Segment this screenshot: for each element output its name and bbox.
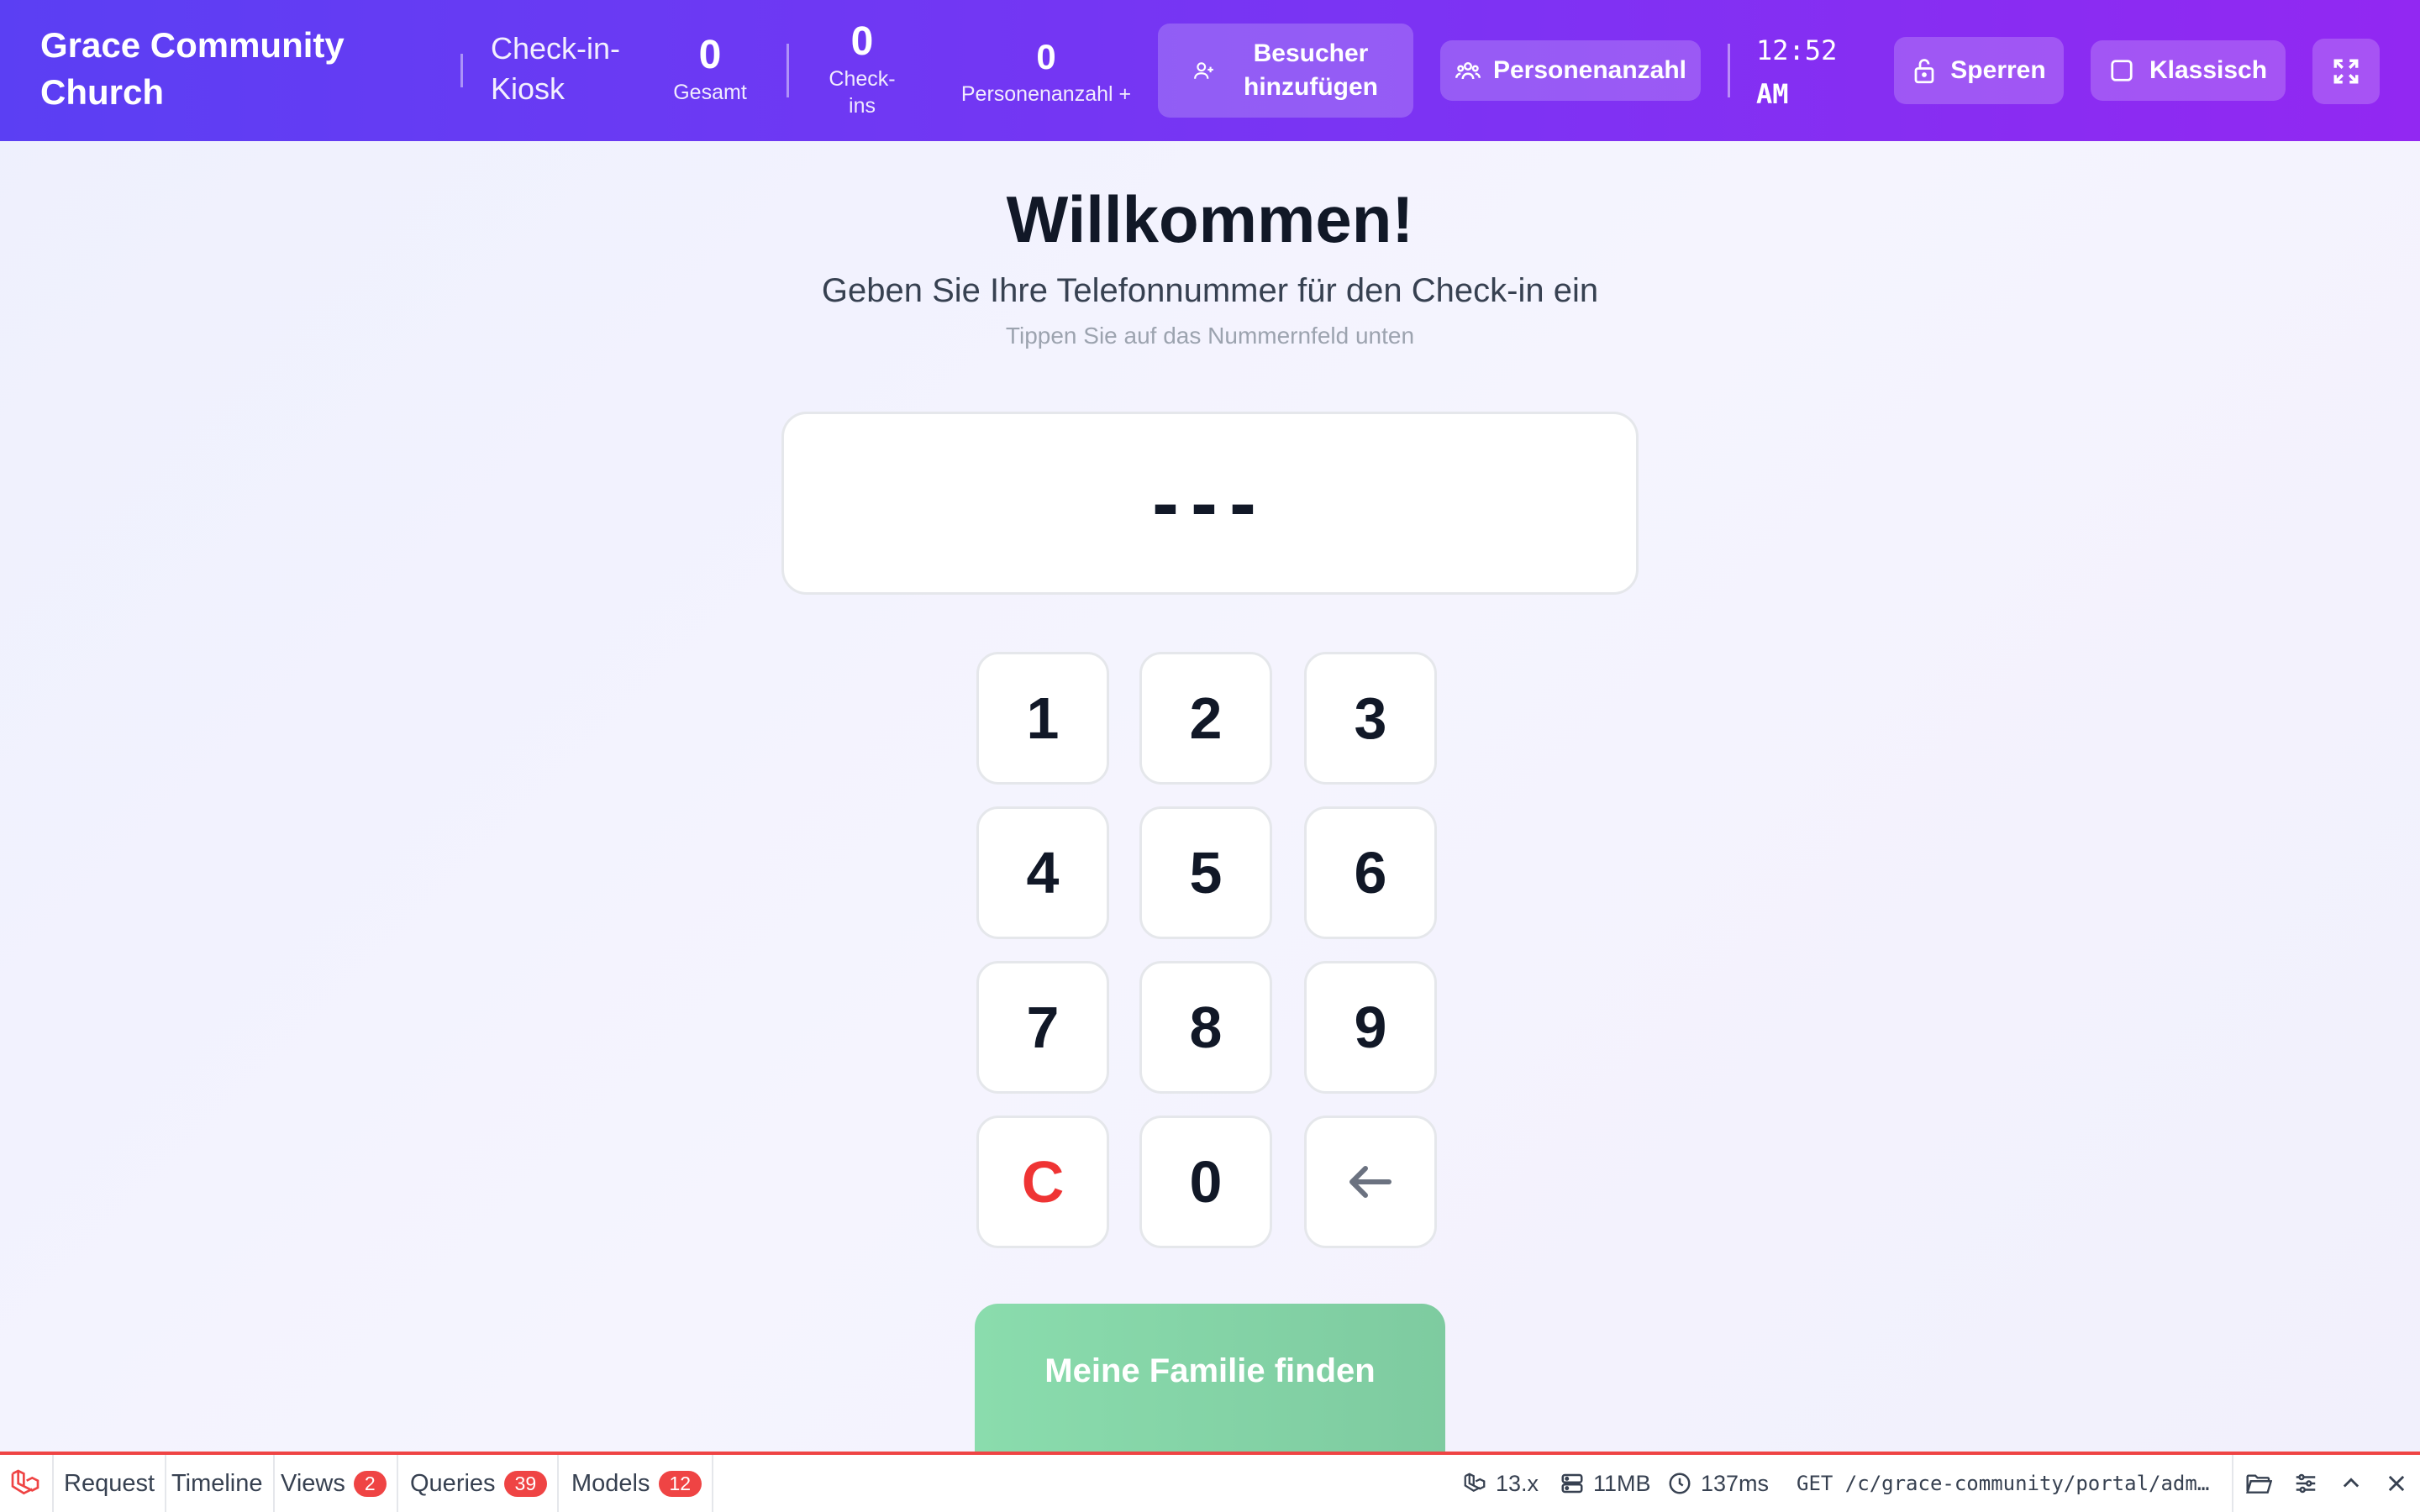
headcount-label: Personenanzahl <box>1492 56 1687 84</box>
debug-tab-label: Timeline <box>171 1469 263 1497</box>
keypad-key-3[interactable]: 3 <box>1304 652 1437 785</box>
keypad-key-9[interactable]: 9 <box>1304 961 1437 1094</box>
debug-tab-badge: 12 <box>658 1470 702 1497</box>
debug-tab-label: Queries <box>410 1469 496 1497</box>
lock-button[interactable]: Sperren <box>1894 37 2064 104</box>
add-visitor-button[interactable]: Besucher hinzufügen <box>1158 24 1413 118</box>
stat-headcount: 0 Personenanzahl + <box>950 34 1143 108</box>
keypad-hint: Tippen Sie auf das Nummernfeld unten <box>1005 323 1415 349</box>
debug-divider <box>2232 1455 2233 1512</box>
keypad-key-2[interactable]: 2 <box>1139 652 1272 785</box>
clock-time: 12:52 <box>1756 34 1838 66</box>
debug-tab-queries[interactable]: Queries 39 <box>400 1455 560 1512</box>
keypad-key-5[interactable]: 5 <box>1139 806 1272 939</box>
debug-duration: 137ms <box>1667 1455 1769 1512</box>
laravel-logo-icon[interactable] <box>8 1467 42 1500</box>
keypad-key-4[interactable]: 4 <box>976 806 1109 939</box>
keypad-key-7[interactable]: 7 <box>976 961 1109 1094</box>
add-visitor-label: Besucher hinzufügen <box>1244 39 1378 101</box>
stat-checkins: 0 Check-ins <box>812 18 913 119</box>
fullscreen-button[interactable] <box>2312 39 2380 104</box>
keypad-key-0[interactable]: 0 <box>1139 1116 1272 1248</box>
debug-duration-value: 137ms <box>1701 1470 1770 1496</box>
debug-bar: Request Timeline Views 2 Queries 39 Models… <box>0 1452 2420 1512</box>
debug-memory: 11MB <box>1560 1455 1651 1512</box>
kiosk-header: Grace Community Church Check-in-Kiosk 0 … <box>0 0 2420 141</box>
clock: 12:52 AM <box>1756 29 1865 116</box>
debug-tab-label: Views <box>281 1469 345 1497</box>
keypad-key-6[interactable]: 6 <box>1304 806 1437 939</box>
folder-open-icon[interactable] <box>2242 1467 2275 1500</box>
classic-mode-label: Klassisch <box>2149 56 2268 84</box>
users-icon <box>1455 62 1481 80</box>
debug-memory-value: 11MB <box>1593 1470 1651 1496</box>
lock-label: Sperren <box>1950 56 2046 84</box>
debug-tab-views[interactable]: Views 2 <box>271 1455 398 1512</box>
lock-icon <box>1914 59 1934 84</box>
debug-version-value: 13.x <box>1496 1470 1539 1496</box>
debug-tab-label: Models <box>571 1469 650 1497</box>
debug-tab-models[interactable]: Models 12 <box>561 1455 714 1512</box>
stat-headcount-label: Personenanzahl + <box>960 82 1132 106</box>
keypad-key-8[interactable]: 8 <box>1139 961 1272 1094</box>
settings-sliders-icon[interactable] <box>2289 1467 2323 1500</box>
header-divider <box>786 44 789 97</box>
stat-checkins-label: Check-ins <box>829 67 896 118</box>
header-divider <box>460 54 463 87</box>
header-divider <box>1728 44 1730 97</box>
expand-icon <box>2333 59 2359 84</box>
server-icon <box>1561 1473 1583 1494</box>
stat-total: 0 Gesamt <box>664 32 756 106</box>
welcome-subtitle: Geben Sie Ihre Telefonnummer für den Che… <box>821 272 1599 309</box>
keypad-key-1[interactable]: 1 <box>976 652 1109 785</box>
clock-period: AM <box>1756 78 1789 110</box>
kiosk-label: Check-in-Kiosk <box>491 31 621 106</box>
stat-total-value: 0 <box>698 33 722 77</box>
user-plus-icon <box>1194 62 1213 79</box>
debug-tab-timeline[interactable]: Timeline <box>161 1455 275 1512</box>
keypad-clear-key[interactable]: C <box>976 1116 1109 1248</box>
debug-tab-request[interactable]: Request <box>52 1455 167 1512</box>
debug-tab-label: Request <box>64 1469 155 1497</box>
close-icon[interactable] <box>2380 1467 2413 1500</box>
debug-version: 13.x <box>1462 1455 1539 1512</box>
arrow-left-icon <box>1349 1166 1392 1198</box>
stat-total-label: Gesamt <box>673 81 747 104</box>
debug-tab-badge: 39 <box>503 1470 548 1497</box>
laravel-icon <box>1464 1473 1486 1493</box>
welcome-title: Willkommen! <box>1006 182 1414 256</box>
classic-mode-button[interactable]: Klassisch <box>2091 40 2286 101</box>
stat-headcount-value: 0 <box>1036 37 1056 76</box>
debug-route: GET /c/grace-community/portal/adm… <box>1797 1472 2210 1495</box>
clock-icon <box>1669 1473 1691 1494</box>
headcount-button[interactable]: Personenanzahl <box>1440 40 1701 101</box>
stat-checkins-value: 0 <box>850 19 874 64</box>
keypad-backspace-key[interactable] <box>1304 1116 1437 1248</box>
phone-display: --- <box>781 412 1639 595</box>
church-name: Grace Community Church <box>40 25 345 112</box>
chevron-up-icon[interactable] <box>2334 1467 2368 1500</box>
debug-tab-badge: 2 <box>353 1470 387 1497</box>
checkbox-icon <box>2111 60 2133 81</box>
